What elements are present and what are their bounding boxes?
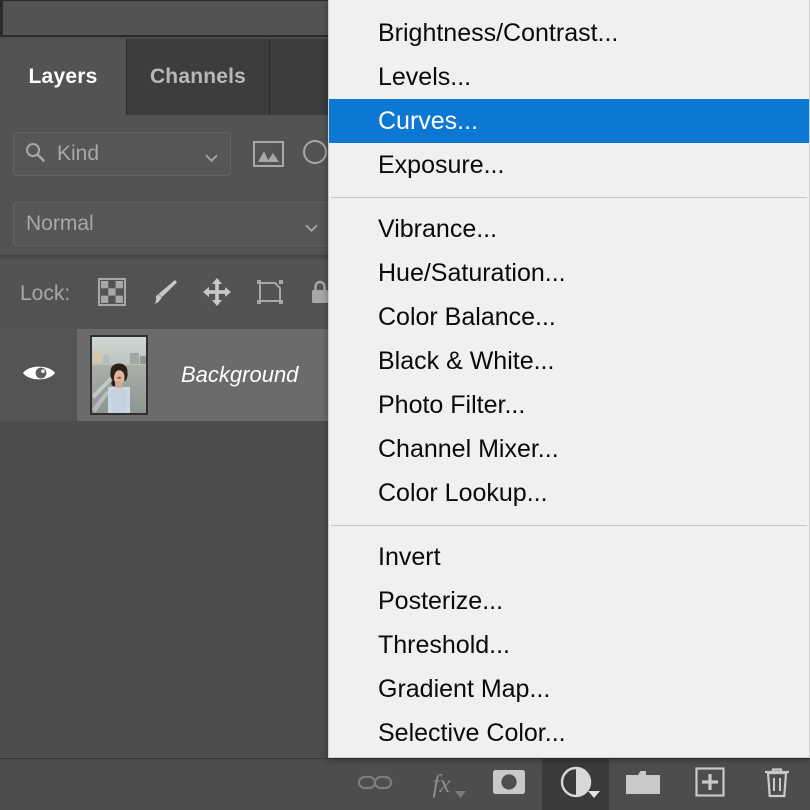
tab-channels-label: Channels (149, 65, 247, 88)
layer-mask-icon (492, 769, 526, 800)
chevron-down-icon[interactable] (305, 219, 318, 232)
menu-group-special: Invert Posterize... Threshold... Gradien… (329, 535, 809, 755)
image-pixels-brush-icon[interactable] (149, 277, 179, 312)
adjustment-filter-icon[interactable] (302, 139, 328, 170)
menu-item-black-and-white[interactable]: Black & White... (329, 339, 809, 383)
folder-icon (625, 769, 661, 800)
tab-layers-label: Layers (28, 65, 98, 88)
trash-icon (763, 766, 791, 803)
link-icon (357, 772, 393, 797)
position-move-icon[interactable] (202, 277, 232, 312)
layers-bottom-toolbar: fx (0, 758, 810, 810)
link-layers-button[interactable] (341, 759, 408, 810)
menu-item-posterize[interactable]: Posterize... (329, 579, 809, 623)
blend-mode-value: Normal (26, 212, 94, 235)
layer-name: Background (181, 362, 299, 387)
layer-thumbnail[interactable] (90, 335, 148, 415)
menu-item-invert[interactable]: Invert (329, 535, 809, 579)
menu-group-color: Vibrance... Hue/Saturation... Color Bala… (329, 207, 809, 515)
delete-layer-button[interactable] (743, 759, 810, 810)
transparent-pixels-icon[interactable] (98, 277, 127, 311)
half-circle-adjustment-icon (560, 766, 592, 803)
caret-down-icon (588, 785, 600, 803)
plus-square-icon (694, 767, 725, 802)
menu-item-threshold[interactable]: Threshold... (329, 623, 809, 667)
add-layer-mask-button[interactable] (475, 759, 542, 810)
filter-type-icons (253, 139, 328, 170)
menu-item-gradient-map[interactable]: Gradient Map... (329, 667, 809, 711)
menu-item-hue-saturation[interactable]: Hue/Saturation... (329, 251, 809, 295)
new-adjustment-layer-menu: Brightness/Contrast... Levels... Curves.… (328, 0, 810, 758)
eye-icon[interactable] (21, 361, 57, 390)
menu-item-channel-mixer[interactable]: Channel Mixer... (329, 427, 809, 471)
search-icon (24, 141, 46, 168)
new-adjustment-layer-button[interactable] (542, 759, 609, 810)
artboard-nesting-icon[interactable] (255, 278, 285, 311)
filter-kind-select[interactable]: Kind (13, 132, 231, 176)
menu-item-curves[interactable]: Curves... (329, 99, 809, 143)
menu-item-brightness-contrast[interactable]: Brightness/Contrast... (329, 11, 809, 55)
tab-channels[interactable]: Channels (127, 39, 270, 115)
photoshop-layers-panel-with-adjustment-menu: Layers Channels Kind Normal Lock: Backgr… (0, 0, 810, 810)
menu-item-exposure[interactable]: Exposure... (329, 143, 809, 187)
menu-item-color-balance[interactable]: Color Balance... (329, 295, 809, 339)
layer-visibility-cell[interactable] (0, 329, 77, 421)
image-filter-icon[interactable] (253, 141, 284, 167)
blend-mode-select[interactable]: Normal (13, 202, 331, 246)
menu-item-photo-filter[interactable]: Photo Filter... (329, 383, 809, 427)
filter-kind-value: Kind (57, 142, 100, 165)
menu-separator-1 (331, 197, 807, 198)
menu-item-selective-color[interactable]: Selective Color... (329, 711, 809, 755)
menu-item-levels[interactable]: Levels... (329, 55, 809, 99)
menu-item-vibrance[interactable]: Vibrance... (329, 207, 809, 251)
new-layer-button[interactable] (676, 759, 743, 810)
menu-item-color-lookup[interactable]: Color Lookup... (329, 471, 809, 515)
menu-separator-2 (331, 525, 807, 526)
lock-label: Lock: (20, 282, 71, 305)
chevron-down-icon[interactable] (205, 149, 218, 162)
menu-group-tonal: Brightness/Contrast... Levels... Curves.… (329, 11, 809, 187)
new-group-button[interactable] (609, 759, 676, 810)
fx-icon: fx (432, 770, 451, 798)
caret-down-icon (455, 785, 466, 803)
layer-style-button[interactable]: fx (408, 759, 475, 810)
tab-layers[interactable]: Layers (0, 39, 127, 115)
bottom-toolbar-spacer (0, 759, 341, 810)
